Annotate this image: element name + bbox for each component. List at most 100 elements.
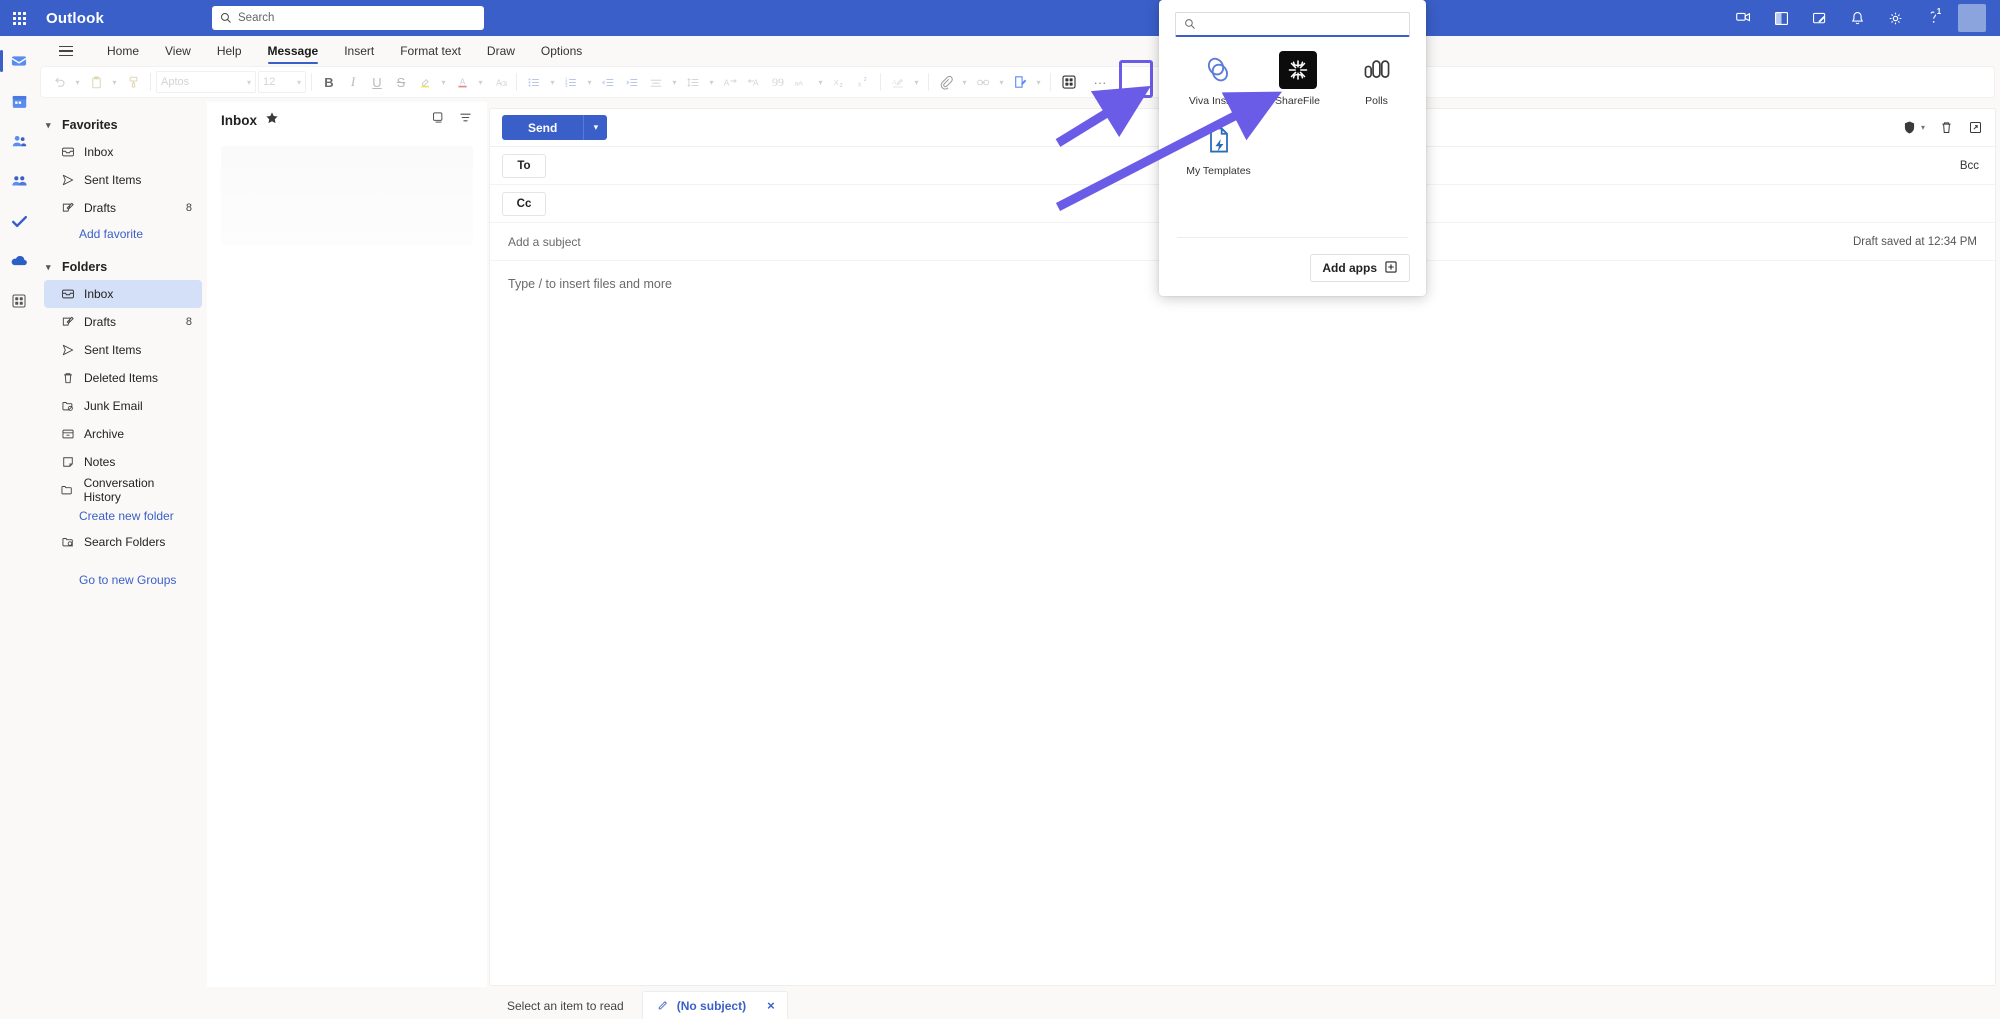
folders-group-header[interactable]: ▾ Folders [38,254,208,280]
bcc-button[interactable]: Bcc [1960,160,1983,172]
highlight-color-icon[interactable] [413,70,437,94]
italic-button[interactable]: I [341,70,365,94]
app-polls[interactable]: Polls [1337,51,1416,107]
office-apps-icon[interactable] [1762,0,1800,36]
numbered-list-icon[interactable]: 123 [559,70,583,94]
tab-help[interactable]: Help [204,39,255,63]
app-launcher-icon[interactable] [0,0,38,36]
create-new-folder-link[interactable]: Create new folder [38,504,208,528]
superscript-icon[interactable]: x2 [851,70,875,94]
tab-message[interactable]: Message [255,39,332,64]
strikethrough-button[interactable]: S [389,70,413,94]
quote-icon[interactable]: 99 [766,70,790,94]
cc-button[interactable]: Cc [502,191,546,216]
font-size-selector[interactable]: 12 ▾ [258,71,306,93]
font-color-icon[interactable]: A [450,70,474,94]
folder-item-inbox[interactable]: Inbox [44,280,202,308]
highlight-chevron-icon[interactable]: ▾ [437,70,450,94]
font-color-chevron-icon[interactable]: ▾ [474,70,487,94]
tab-draw[interactable]: Draw [474,39,528,63]
tab-insert[interactable]: Insert [331,39,387,63]
format-painter-icon[interactable] [121,70,145,94]
tab-home[interactable]: Home [94,39,152,63]
folder-item-drafts[interactable]: Drafts 8 [44,308,202,336]
global-search[interactable] [212,6,484,30]
signature-chevron-icon[interactable]: ▾ [910,70,923,94]
numbered-list-chevron-icon[interactable]: ▾ [583,70,596,94]
change-case-icon[interactable]: aA [790,70,814,94]
app-my-templates[interactable]: My Templates [1179,121,1258,177]
change-case-chevron-icon[interactable]: ▾ [814,70,827,94]
font-family-selector[interactable]: Aptos ▾ [156,71,256,93]
favorite-item-sent-items[interactable]: Sent Items [44,166,202,194]
folder-item-deleted-items[interactable]: Deleted Items [44,364,202,392]
ribbon-overflow-icon[interactable]: ··· [1088,70,1112,94]
encrypt-icon[interactable]: ▾ [1902,120,1925,135]
bold-button[interactable]: B [317,70,341,94]
folder-item-archive[interactable]: Archive [44,420,202,448]
app-sharefile[interactable]: ShareFile [1258,51,1337,107]
tab-options[interactable]: Options [528,39,595,63]
to-button[interactable]: To [502,153,546,178]
conversation-view-icon[interactable] [431,110,446,130]
discard-icon[interactable] [1939,120,1954,135]
signature-insert-icon[interactable] [1008,70,1032,94]
link-chevron-icon[interactable]: ▾ [995,70,1008,94]
send-options-chevron-icon[interactable]: ▾ [583,115,608,140]
undo-icon[interactable] [47,70,71,94]
draft-tab[interactable]: (No subject) × [641,991,788,1019]
add-apps-button[interactable]: Add apps [1310,254,1410,282]
ltr-direction-icon[interactable]: A [718,70,742,94]
clear-formatting-icon[interactable]: A⌫ [487,70,511,94]
diagnostics-icon[interactable]: 1 [1914,0,1952,36]
bulleted-list-chevron-icon[interactable]: ▾ [546,70,559,94]
star-filled-icon[interactable] [265,111,279,130]
rail-people[interactable] [0,122,38,160]
attach-file-icon[interactable] [934,70,958,94]
folder-item-junk-email[interactable]: Junk Email [44,392,202,420]
bulleted-list-icon[interactable] [522,70,546,94]
send-button[interactable]: Send [502,115,584,140]
go-to-new-groups-link[interactable]: Go to new Groups [38,568,208,592]
favorite-item-drafts[interactable]: Drafts 8 [44,194,202,222]
popout-icon[interactable] [1968,120,1983,135]
paste-icon[interactable] [84,70,108,94]
menu-hamburger-icon[interactable] [52,37,80,65]
rail-mail[interactable] [0,42,38,80]
rtl-direction-icon[interactable]: A [742,70,766,94]
align-icon[interactable] [644,70,668,94]
signature-insert-chevron-icon[interactable]: ▾ [1032,70,1045,94]
close-icon[interactable]: × [767,998,775,1013]
folder-item-sent-items[interactable]: Sent Items [44,336,202,364]
app-viva-insights[interactable]: Viva Insights [1179,51,1258,107]
meet-now-icon[interactable] [1724,0,1762,36]
tab-format-text[interactable]: Format text [387,39,474,63]
rail-groups[interactable] [0,162,38,200]
folder-item-notes[interactable]: Notes [44,448,202,476]
avatar[interactable] [1958,4,1986,32]
apps-button[interactable] [1056,70,1082,94]
line-spacing-chevron-icon[interactable]: ▾ [705,70,718,94]
increase-indent-icon[interactable] [620,70,644,94]
apps-search[interactable] [1175,12,1410,37]
subscript-icon[interactable]: X2 [827,70,851,94]
rail-apps[interactable] [0,282,38,320]
feedback-icon[interactable] [1800,0,1838,36]
undo-chevron-icon[interactable]: ▾ [71,70,84,94]
rail-calendar[interactable] [0,82,38,120]
folder-item-conversation-history[interactable]: Conversation History [44,476,202,504]
insert-link-icon[interactable] [971,70,995,94]
subject-input[interactable]: Add a subject [508,235,581,249]
rail-onedrive[interactable] [0,242,38,280]
paste-chevron-icon[interactable]: ▾ [108,70,121,94]
underline-button[interactable]: U [365,70,389,94]
signature-icon[interactable]: A [886,70,910,94]
tab-view[interactable]: View [152,39,204,63]
favorite-item-inbox[interactable]: Inbox [44,138,202,166]
folder-item-search-folders[interactable]: Search Folders [44,528,202,556]
favorites-group-header[interactable]: ▾ Favorites [38,112,208,138]
add-favorite-link[interactable]: Add favorite [38,222,208,246]
filter-icon[interactable] [458,110,473,130]
rail-todo[interactable] [0,202,38,240]
line-spacing-icon[interactable] [681,70,705,94]
